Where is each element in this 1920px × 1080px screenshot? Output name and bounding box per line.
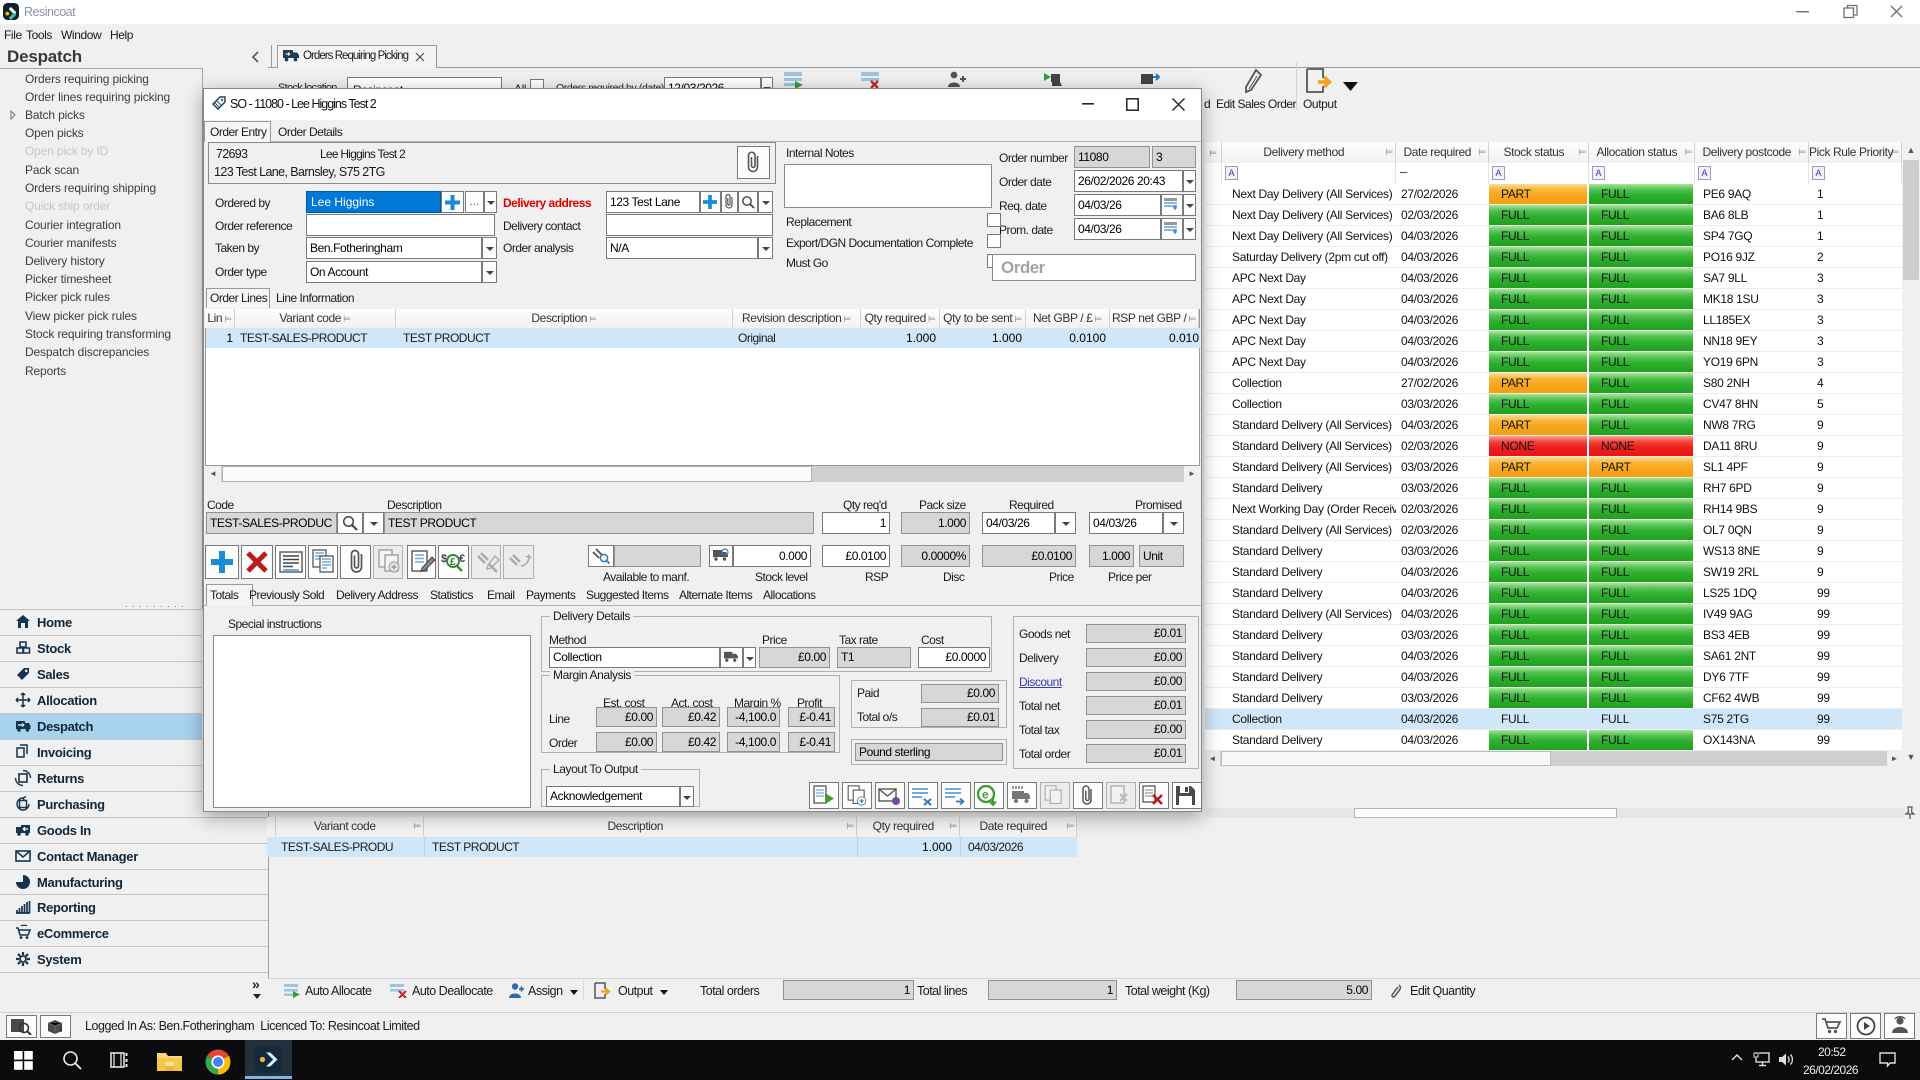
- svg-text:i: i: [60, 1025, 62, 1034]
- svg-text:€: €: [459, 553, 465, 565]
- svg-text:£: £: [450, 557, 456, 568]
- svg-text:e: e: [982, 788, 989, 802]
- svg-text:$: $: [441, 553, 447, 565]
